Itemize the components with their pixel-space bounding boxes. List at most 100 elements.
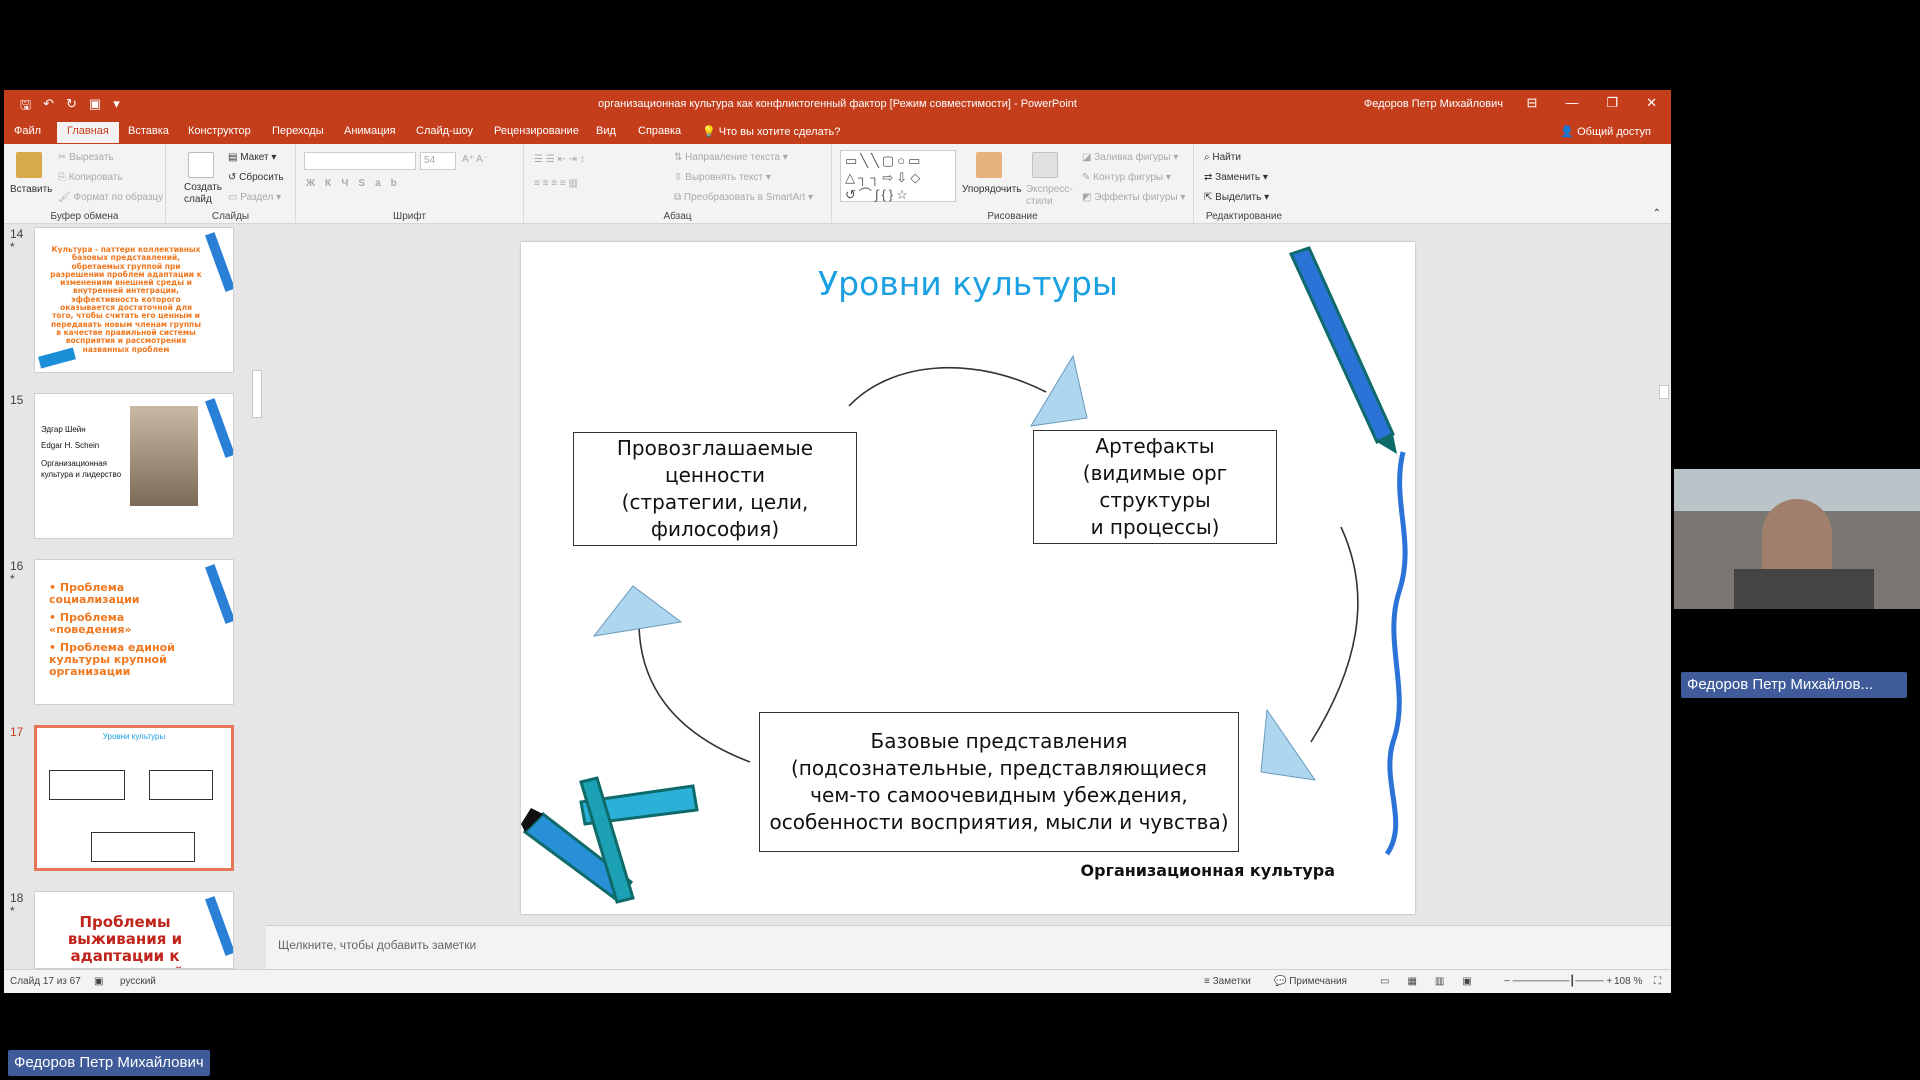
tell-me-label: Что вы хотите сделать? (718, 126, 841, 138)
collapse-ribbon-icon[interactable]: ⌃ (1653, 208, 1661, 219)
zoom-level[interactable]: 108 % (1614, 976, 1642, 987)
comments-button[interactable]: 💬 Примечания (1274, 976, 1347, 987)
arrange-button[interactable]: Упорядочить (962, 184, 1022, 195)
scrollbar-thumb[interactable] (252, 370, 262, 418)
slide-footer-text[interactable]: Организационная культура (1081, 861, 1335, 880)
tab-view[interactable]: Вид (596, 125, 616, 137)
align-text-button[interactable]: ⇳ Выровнять текст ▾ (674, 172, 771, 183)
tab-insert[interactable]: Вставка (128, 125, 169, 137)
thumb-text: Культура - паттерн коллективных базовых … (50, 245, 202, 354)
drawing-group-label: Рисование (987, 211, 1038, 222)
shape-outline-button[interactable]: ✎ Контур фигуры ▾ (1082, 172, 1171, 183)
paste-button[interactable]: Вставить (10, 184, 52, 195)
thumb-box (149, 770, 213, 800)
crayons-image (38, 347, 76, 369)
section-button[interactable]: ▭ Раздел ▾ (228, 192, 281, 203)
tab-file[interactable]: Файл (14, 125, 41, 137)
tab-home[interactable]: Главная (57, 122, 119, 143)
tab-animations[interactable]: Анимация (344, 125, 396, 137)
close-icon[interactable]: ✕ (1646, 95, 1657, 111)
share-label: Общий доступ (1577, 126, 1651, 138)
box-artifacts[interactable]: Артефакты (видимые орг структуры и проце… (1033, 430, 1277, 544)
animation-star: * (10, 240, 15, 254)
tell-me-box[interactable]: 💡 Что вы хотите сделать? (702, 125, 840, 138)
spellcheck-icon[interactable]: ▣ (94, 976, 103, 987)
tab-help[interactable]: Справка (638, 125, 681, 137)
clipboard-group: Вставить ✂ Вырезать ⎘ Копировать 🖌 Форма… (4, 144, 166, 224)
copy-button[interactable]: ⎘ Копировать (58, 172, 123, 183)
thumb-number: 15 (10, 393, 24, 407)
text-direction-button[interactable]: ⇅ Направление текста ▾ (674, 152, 788, 163)
slides-group: Создать слайд ▤ Макет ▾ ↺ Сбросить ▭ Раз… (166, 144, 296, 224)
align-icons[interactable]: ≡ ≡ ≡ ≡ ▥ (534, 178, 578, 189)
fit-slide-icon[interactable]: ⛶ (1654, 976, 1661, 987)
font-format-buttons[interactable]: ЖКЧSab (306, 178, 407, 189)
thumb-box (91, 832, 195, 862)
tab-slideshow[interactable]: Слайд-шоу (416, 125, 473, 137)
slide-thumbnail-16[interactable]: • Проблема социализации • Проблема «пове… (34, 559, 234, 705)
reset-button[interactable]: ↺ Сбросить (228, 172, 284, 183)
zoom-slider[interactable]: − ────────┃──── + (1504, 976, 1612, 987)
font-name-input[interactable] (304, 152, 416, 170)
account-name[interactable]: Федоров Петр Михайлович (1364, 98, 1503, 110)
language-indicator[interactable]: русский (120, 976, 156, 987)
notes-placeholder: Щелкните, чтобы добавить заметки (278, 938, 477, 952)
animation-star: * (10, 572, 15, 586)
layout-button[interactable]: ▤ Макет ▾ (228, 152, 276, 163)
thumb-number: 18 (10, 891, 24, 905)
status-bar: Слайд 17 из 67 ▣ русский ≡ Заметки 💬 При… (4, 969, 1671, 993)
new-slide-icon[interactable] (188, 152, 214, 178)
ribbon-display-icon[interactable]: ⊟ (1527, 95, 1538, 111)
restore-icon[interactable]: ❐ (1606, 95, 1618, 111)
participant-name-badge: Федоров Петр Михайлов... (1681, 672, 1907, 698)
thumb-author: Эдгар Шейн (41, 425, 86, 434)
shape-fill-button[interactable]: ◪ Заливка фигуры ▾ (1082, 152, 1178, 163)
pen-image (205, 564, 233, 624)
tab-review[interactable]: Рецензирование (494, 125, 579, 137)
share-button[interactable]: 👤 Общий доступ (1560, 125, 1651, 138)
paste-icon[interactable] (16, 152, 42, 178)
notes-button[interactable]: ≡ Заметки (1204, 976, 1251, 987)
notes-pane[interactable]: Щелкните, чтобы добавить заметки (266, 925, 1671, 969)
slide-canvas[interactable]: Уровни культуры Провозглашаемые ценности… (521, 242, 1415, 914)
tab-transitions[interactable]: Переходы (272, 125, 324, 137)
view-buttons[interactable]: ▭▦▥▣ (1380, 976, 1490, 987)
pen-image (205, 232, 233, 292)
replace-button[interactable]: ⇄ Заменить ▾ (1204, 172, 1268, 183)
shapes-gallery[interactable]: ▭╲╲▢○▭ △┐┐⇨⇩◇ ↺⌒∫{}☆ (840, 150, 956, 202)
font-size-input[interactable]: 54 (420, 152, 456, 170)
person-figure (1734, 569, 1874, 609)
thumbnails-scrollbar[interactable] (250, 225, 264, 969)
format-painter-button[interactable]: 🖌 Формат по образцу (58, 192, 163, 203)
scrollbar-thumb[interactable] (1659, 385, 1669, 399)
arrowhead-top (1030, 354, 1088, 427)
select-button[interactable]: ⇱ Выделить ▾ (1204, 192, 1269, 203)
new-slide-button[interactable]: Создать слайд (184, 182, 224, 206)
minimize-icon[interactable]: — (1565, 95, 1578, 111)
cut-button[interactable]: ✂ Вырезать (58, 152, 114, 163)
quick-styles-button[interactable]: Экспресс-стили (1026, 184, 1073, 208)
slide-thumbnail-18[interactable]: Проблемы выживания и адаптации к окружаю… (34, 891, 234, 969)
grow-font-icon[interactable]: A⁺ A⁻ (462, 154, 488, 165)
slide-thumbnail-15[interactable]: Эдгар Шейн Edgar H. Schein Организационн… (34, 393, 234, 539)
clipboard-group-label: Буфер обмена (50, 211, 119, 222)
crayons-icon (521, 776, 699, 904)
tab-design[interactable]: Конструктор (188, 125, 251, 137)
quick-styles-icon[interactable] (1032, 152, 1058, 178)
smartart-button[interactable]: ⧉ Преобразовать в SmartArt ▾ (674, 192, 813, 203)
find-button[interactable]: ⌕ Найти (1204, 152, 1241, 163)
arrange-icon[interactable] (976, 152, 1002, 178)
box-espoused-values[interactable]: Провозглашаемые ценности (стратегии, цел… (573, 432, 857, 546)
paragraph-group: ☰ ☰ ⇤ ⇥ ↕ ≡ ≡ ≡ ≡ ▥ ⇅ Направление текста… (524, 144, 832, 224)
bullets-icon[interactable]: ☰ ☰ ⇤ ⇥ ↕ (534, 154, 585, 165)
pen-icon (1288, 246, 1408, 856)
screen: 🖫 ↶ ↻ ▣ ▾ организационная культура как к… (0, 0, 1920, 1080)
thumb-number: 17 (10, 725, 24, 739)
thumb-box (49, 770, 125, 800)
editor-scrollbar[interactable] (1657, 225, 1671, 925)
shape-effects-button[interactable]: ◩ Эффекты фигуры ▾ (1082, 192, 1185, 203)
lightbulb-icon: 💡 (702, 126, 716, 138)
slide-thumbnail-17[interactable]: Уровни культуры (34, 725, 234, 871)
box-basic-assumptions[interactable]: Базовые представления (подсознательные, … (759, 712, 1239, 852)
slide-thumbnail-14[interactable]: Культура - паттерн коллективных базовых … (34, 227, 234, 373)
